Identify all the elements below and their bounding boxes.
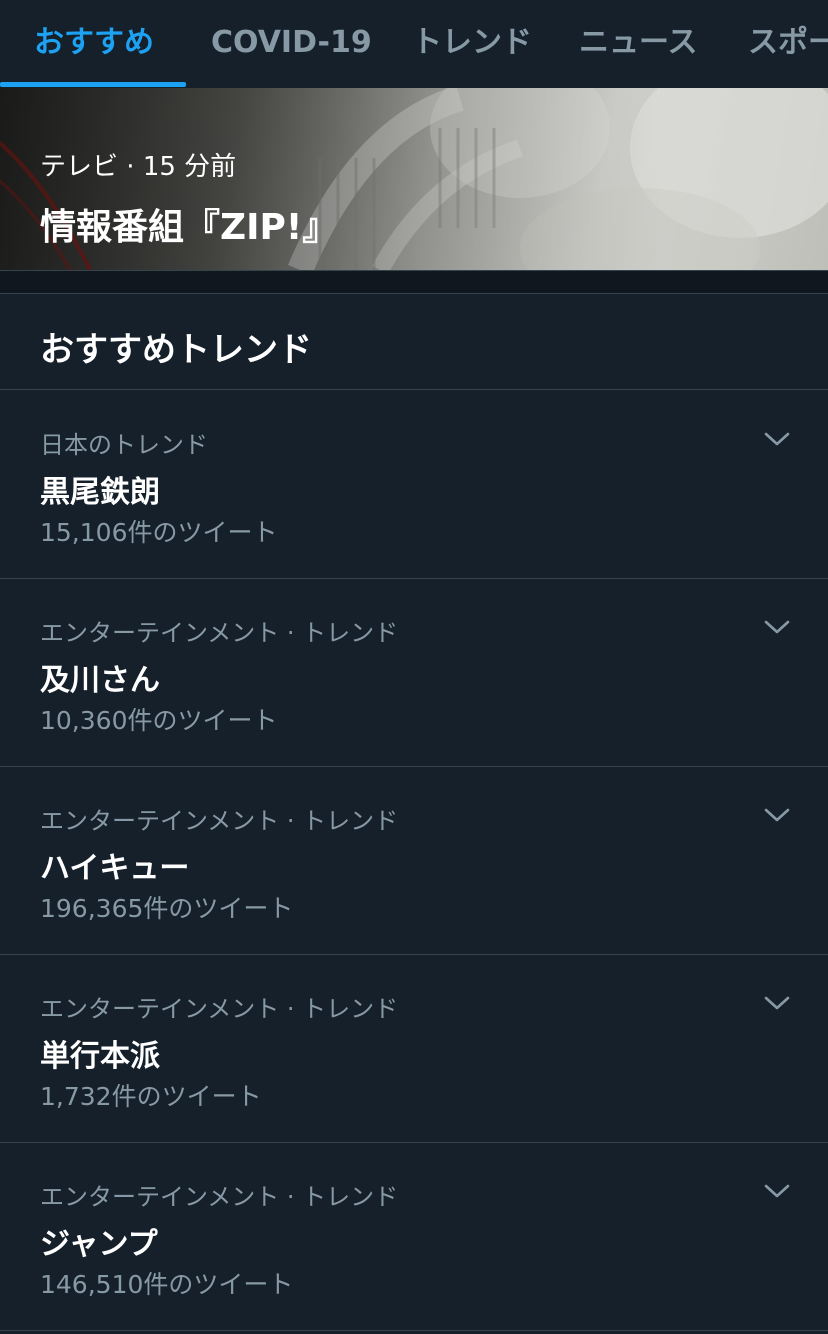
trend-name: 及川さん: [40, 663, 160, 698]
hero-news-card[interactable]: テレビ · 15 分前 情報番組『ZIP!』: [0, 88, 828, 270]
hero-separator: ·: [118, 152, 143, 182]
tab-covid-19[interactable]: COVID-19: [211, 0, 372, 88]
hero-time: 15 分前: [142, 152, 237, 182]
trend-item[interactable]: エンターテインメント · トレンド ジャンプ 146,510件のツイート: [0, 1143, 828, 1331]
chevron-down-icon[interactable]: [764, 619, 790, 635]
chevron-down-icon[interactable]: [764, 807, 790, 823]
trend-item[interactable]: 日本のトレンド 黒尾鉄朗 15,106件のツイート: [0, 391, 828, 579]
trend-context: エンターテインメント · トレンド: [40, 619, 399, 647]
trend-item[interactable]: エンターテインメント · トレンド 単行本派 1,732件のツイート: [0, 955, 828, 1143]
trend-name: 黒尾鉄朗: [40, 475, 160, 510]
tab-trending[interactable]: トレンド: [412, 0, 532, 88]
trend-tweet-count: 146,510件のツイート: [40, 1270, 294, 1299]
explore-tab-bar: おすすめ COVID-19 トレンド ニュース スポー: [0, 0, 828, 88]
hero-category: テレビ: [40, 152, 119, 182]
section-title: おすすめトレンド: [40, 330, 312, 370]
hero-title: 情報番組『ZIP!』: [40, 207, 339, 248]
tab-news[interactable]: ニュース: [579, 0, 698, 88]
chevron-down-icon[interactable]: [764, 995, 790, 1011]
trend-context: エンターテインメント · トレンド: [40, 995, 399, 1023]
chevron-down-icon[interactable]: [764, 431, 790, 447]
trend-item[interactable]: エンターテインメント · トレンド ハイキュー 196,365件のツイート: [0, 767, 828, 955]
trend-tweet-count: 15,106件のツイート: [40, 518, 278, 547]
tab-recommended[interactable]: おすすめ: [34, 0, 154, 88]
trend-name: ハイキュー: [40, 851, 190, 886]
trend-tweet-count: 10,360件のツイート: [40, 706, 278, 735]
trend-item[interactable]: エンターテインメント · トレンド 及川さん 10,360件のツイート: [0, 579, 828, 767]
trends-section-header: おすすめトレンド: [0, 294, 828, 390]
hero-meta: テレビ · 15 分前: [40, 146, 236, 183]
trend-context: エンターテインメント · トレンド: [40, 807, 399, 835]
trend-context: 日本のトレンド: [40, 431, 208, 459]
trend-tweet-count: 1,732件のツイート: [40, 1082, 262, 1111]
section-divider: [0, 270, 828, 294]
trend-tweet-count: 196,365件のツイート: [40, 894, 294, 923]
trend-name: 単行本派: [40, 1039, 160, 1074]
chevron-down-icon[interactable]: [764, 1183, 790, 1199]
trend-context: エンターテインメント · トレンド: [40, 1183, 399, 1211]
active-tab-indicator: [0, 82, 186, 87]
tab-sports[interactable]: スポー: [748, 0, 828, 88]
trend-name: ジャンプ: [40, 1227, 158, 1262]
